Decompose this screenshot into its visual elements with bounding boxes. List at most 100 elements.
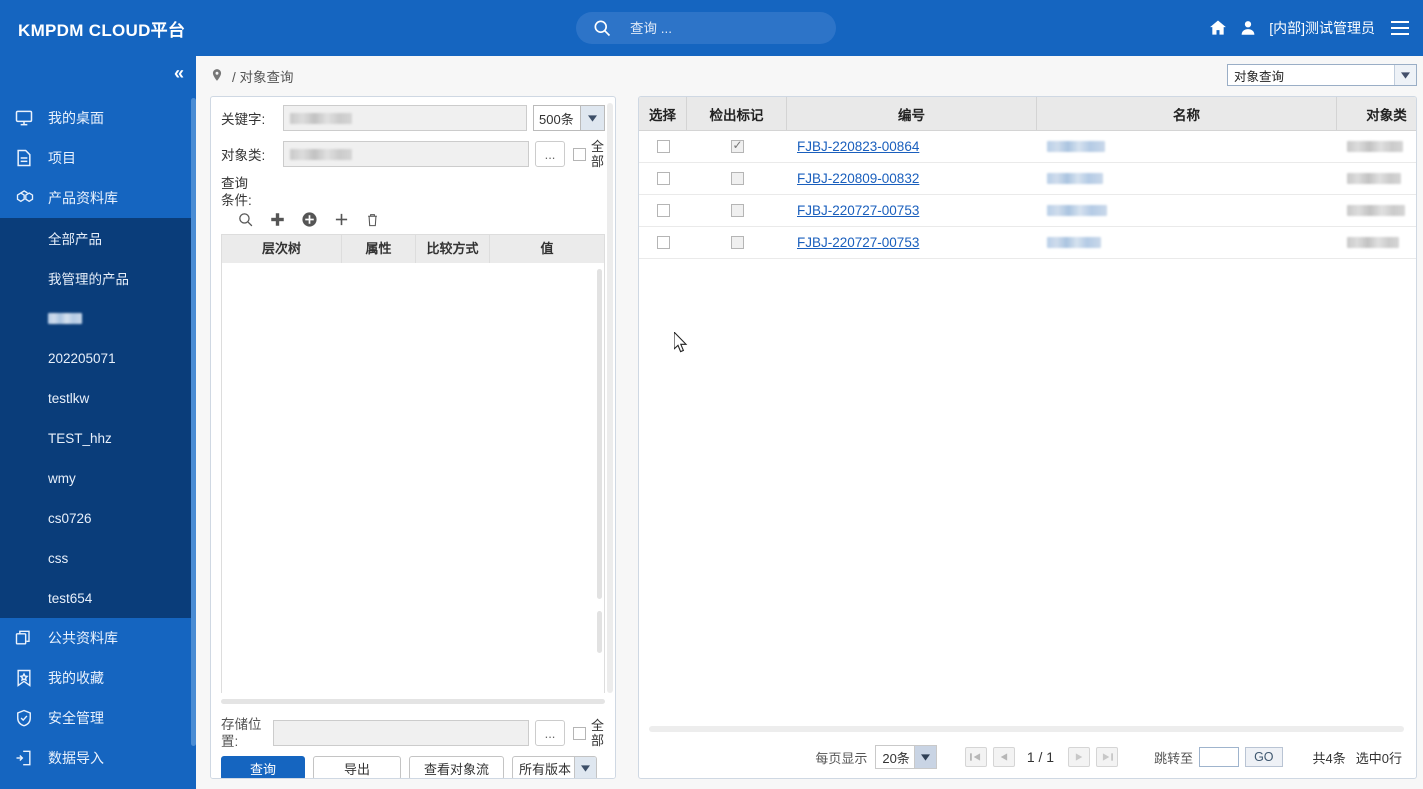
results-horizontal-scrollbar[interactable] xyxy=(649,726,1404,732)
object-number-link[interactable]: FJBJ-220727-00753 xyxy=(797,203,919,218)
object-class-browse-button[interactable]: ... xyxy=(535,141,565,167)
sidebar-item-project[interactable]: 项目 xyxy=(0,138,196,178)
chevron-down-icon[interactable] xyxy=(1394,65,1416,85)
table-row[interactable]: FJBJ-220823-00864 xyxy=(639,131,1416,163)
row-objclass-cell xyxy=(1337,131,1416,163)
conditions-header-row: 层次树 属性 比较方式 值 xyxy=(222,235,604,263)
keyword-label: 关键字: xyxy=(221,112,266,127)
sidebar-subitem-testlkw[interactable]: testlkw xyxy=(0,378,196,418)
conditions-vertical-scrollbar[interactable] xyxy=(597,269,602,599)
column-header-number[interactable]: 编号 xyxy=(787,97,1037,131)
redacted-text xyxy=(1047,173,1103,184)
first-page-icon[interactable] xyxy=(964,747,987,767)
row-select-cell[interactable] xyxy=(639,163,687,195)
version-select[interactable]: 所有版本 xyxy=(512,756,598,778)
sidebar-subitem-managed-products[interactable]: 我管理的产品 xyxy=(0,258,196,298)
search-icon[interactable] xyxy=(237,211,254,228)
column-header-objclass[interactable]: 对象类 xyxy=(1337,97,1416,131)
table-row[interactable]: FJBJ-220809-00832 xyxy=(639,163,1416,195)
object-number-link[interactable]: FJBJ-220823-00864 xyxy=(797,139,919,154)
selected-count-label: 选中0行 xyxy=(1355,750,1402,766)
view-object-flow-button[interactable]: 查看对象流 xyxy=(409,756,505,778)
sidebar-item-label: 数据导入 xyxy=(48,750,104,766)
home-icon[interactable] xyxy=(1203,18,1233,38)
sidebar-item-label: 产品资料库 xyxy=(48,190,118,206)
collapse-sidebar-icon[interactable]: « xyxy=(174,64,184,82)
plus-square-icon[interactable] xyxy=(270,212,285,227)
row-select-cell[interactable] xyxy=(639,195,687,227)
last-page-icon[interactable] xyxy=(1096,747,1119,767)
sidebar-subitem-label: css xyxy=(48,550,69,566)
hamburger-icon[interactable] xyxy=(1383,21,1417,35)
sidebar-item-data-import[interactable]: 数据导入 xyxy=(0,738,196,778)
row-select-checkbox[interactable] xyxy=(656,236,670,249)
plus-icon[interactable] xyxy=(334,212,349,227)
sidebar-item-product-library[interactable]: 产品资料库 xyxy=(0,178,196,218)
object-class-input[interactable] xyxy=(283,141,529,167)
query-button[interactable]: 查询 xyxy=(221,756,306,778)
conditions-vertical-scrollbar-thumb[interactable] xyxy=(597,611,602,653)
sidebar-item-public-library[interactable]: 公共资料库 xyxy=(0,618,196,658)
sidebar-subitem-label: cs0726 xyxy=(48,510,92,526)
row-select-checkbox[interactable] xyxy=(656,140,670,153)
conditions-col-attribute: 属性 xyxy=(342,235,416,263)
results-panel: 选择 检出标记 编号 名称 对象类 FJ xyxy=(638,96,1417,779)
export-button[interactable]: 导出 xyxy=(313,756,402,778)
row-select-cell[interactable] xyxy=(639,131,687,163)
row-checkout-cell xyxy=(687,195,787,227)
sidebar-subitem-test-hhz[interactable]: TEST_hhz xyxy=(0,418,196,458)
column-header-select[interactable]: 选择 xyxy=(639,97,687,131)
row-select-checkbox[interactable] xyxy=(656,172,670,185)
chevron-down-icon[interactable] xyxy=(913,746,936,768)
global-search-box[interactable] xyxy=(576,12,836,44)
column-header-name[interactable]: 名称 xyxy=(1037,97,1337,131)
conditions-horizontal-scrollbar[interactable] xyxy=(221,699,605,704)
object-number-link[interactable]: FJBJ-220727-00753 xyxy=(797,235,919,250)
sidebar-subitem-css[interactable]: css xyxy=(0,538,196,578)
storage-all-checkbox[interactable] xyxy=(573,726,586,740)
application-window: KMPDM CLOUD平台 [内部]测试管理员 xyxy=(0,0,1423,789)
sidebar-subitem-test654[interactable]: test654 xyxy=(0,578,196,618)
per-page-select[interactable]: 20条 xyxy=(875,745,937,769)
plus-circle-icon[interactable] xyxy=(301,211,318,228)
document-icon xyxy=(14,148,44,168)
storage-location-browse-button[interactable]: ... xyxy=(535,720,565,746)
object-number-link[interactable]: FJBJ-220809-00832 xyxy=(797,171,919,186)
conditions-col-hierarchy: 层次树 xyxy=(222,235,342,263)
table-row[interactable]: FJBJ-220727-00753 xyxy=(639,195,1416,227)
prev-page-icon[interactable] xyxy=(992,747,1015,767)
sidebar-subitem-wmy[interactable]: wmy xyxy=(0,458,196,498)
storage-all-label: 全部 xyxy=(591,718,605,748)
sidebar-subitem-label: testlkw xyxy=(48,390,90,406)
trash-icon[interactable] xyxy=(365,212,380,228)
row-select-cell[interactable] xyxy=(639,227,687,259)
sidebar-subitem-redacted[interactable] xyxy=(0,298,196,338)
sidebar-subitem-202205071[interactable]: 202205071 xyxy=(0,338,196,378)
chevron-down-icon[interactable] xyxy=(580,106,604,130)
result-count-select[interactable]: 500条 xyxy=(533,105,605,131)
search-input[interactable] xyxy=(630,20,800,36)
chevron-down-icon[interactable] xyxy=(574,757,597,778)
sidebar-item-my-desktop[interactable]: 我的桌面 xyxy=(0,98,196,138)
object-class-all-checkbox[interactable] xyxy=(573,147,586,161)
row-objclass-cell xyxy=(1337,227,1416,259)
query-panel-scrollbar[interactable] xyxy=(607,103,613,693)
total-count-label: 共4条 xyxy=(1312,750,1346,766)
sidebar-item-favorites[interactable]: 我的收藏 xyxy=(0,658,196,698)
next-page-icon[interactable] xyxy=(1068,747,1091,767)
sidebar-item-security[interactable]: 安全管理 xyxy=(0,698,196,738)
jump-to-input[interactable] xyxy=(1199,747,1240,767)
storage-location-input[interactable] xyxy=(273,720,529,746)
view-select-dropdown[interactable]: 对象查询 xyxy=(1227,64,1417,86)
row-name-cell xyxy=(1037,227,1337,259)
cube-icon xyxy=(14,188,44,208)
table-row[interactable]: FJBJ-220727-00753 xyxy=(639,227,1416,259)
sidebar-subitem-all-products[interactable]: 全部产品 xyxy=(0,218,196,258)
sidebar-collapse-row: « xyxy=(0,56,196,98)
sidebar-subitem-cs0726[interactable]: cs0726 xyxy=(0,498,196,538)
go-button[interactable]: GO xyxy=(1245,747,1283,767)
user-icon[interactable] xyxy=(1233,18,1263,38)
column-header-checkout[interactable]: 检出标记 xyxy=(687,97,787,131)
row-select-checkbox[interactable] xyxy=(656,204,670,217)
keyword-input[interactable] xyxy=(283,105,527,131)
